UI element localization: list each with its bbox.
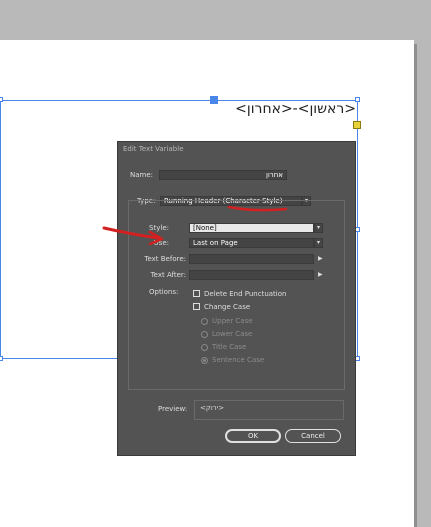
annotation-underline — [227, 205, 288, 212]
red-arrow-annotation — [102, 205, 288, 246]
